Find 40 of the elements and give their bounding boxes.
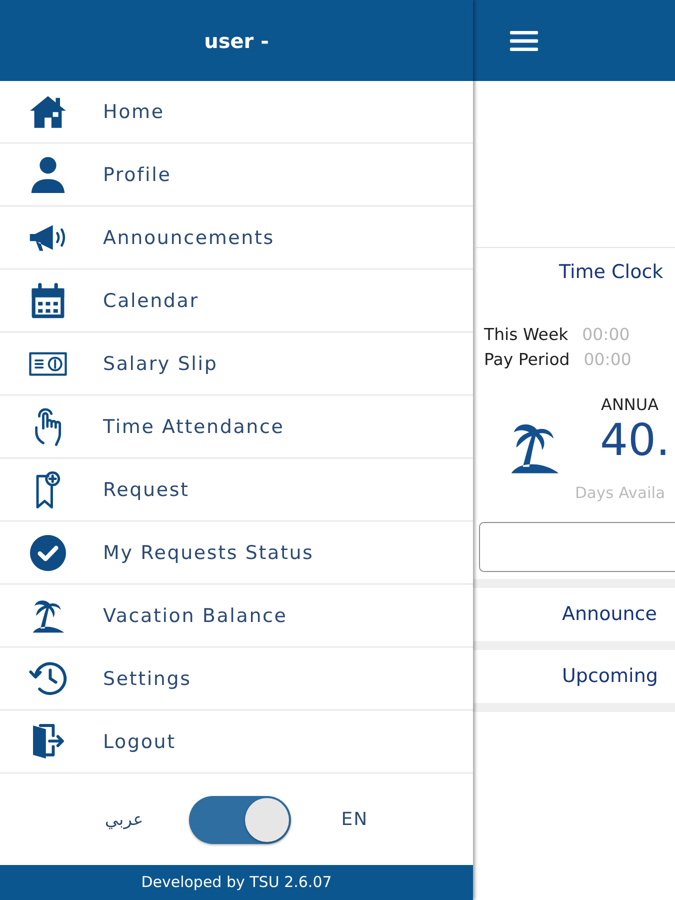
menu-item[interactable]: Settings: [0, 648, 473, 711]
menu-item[interactable]: Home: [0, 81, 473, 144]
history-icon: [29, 662, 67, 695]
menu-item[interactable]: Salary Slip: [0, 333, 473, 396]
balance-value: 40.: [600, 417, 670, 465]
menu-item[interactable]: My Requests Status: [0, 522, 473, 585]
hand-pointer-icon: [34, 408, 62, 446]
stat-label: This Week: [484, 325, 568, 344]
menu-item[interactable]: Logout: [0, 711, 473, 774]
menu-item[interactable]: Profile: [0, 144, 473, 207]
language-toggle[interactable]: [189, 796, 292, 844]
balance-caption: Days Availa: [575, 483, 666, 503]
section-title: Upcoming: [562, 664, 659, 689]
menu-button[interactable]: [510, 30, 538, 50]
palm-tree-icon: [32, 598, 64, 634]
stat-value: 00:00: [584, 350, 632, 369]
section-title: Time Clock: [559, 260, 664, 285]
home-icon: [30, 96, 66, 128]
leave-type-label: ANNUA: [601, 395, 660, 415]
language-option: عربي: [104, 810, 144, 830]
menu-item[interactable]: Announcements: [0, 207, 473, 270]
banknote-icon: [29, 352, 67, 376]
megaphone-icon: [29, 224, 67, 252]
calendar-icon: [30, 282, 66, 318]
menu-item[interactable]: Vacation Balance: [0, 585, 473, 648]
menu-item[interactable]: Calendar: [0, 270, 473, 333]
person-icon: [31, 156, 65, 192]
input-field[interactable]: [479, 522, 675, 572]
stat-label: Pay Period: [484, 350, 570, 369]
menu-item[interactable]: Time Attendance: [0, 396, 473, 459]
version-footer: Developed by TSU 2.6.07: [0, 865, 473, 900]
menu-item[interactable]: Request: [0, 459, 473, 522]
stat-value: 00:00: [582, 325, 630, 344]
menu-icon: [510, 30, 538, 50]
section-title: Announce: [562, 602, 658, 627]
language-option: EN: [341, 809, 368, 830]
bookmark-icon: [35, 470, 61, 508]
check-circle-icon: [30, 534, 66, 570]
drawer-title: user -: [204, 28, 269, 54]
exit-door-icon: [32, 724, 64, 760]
